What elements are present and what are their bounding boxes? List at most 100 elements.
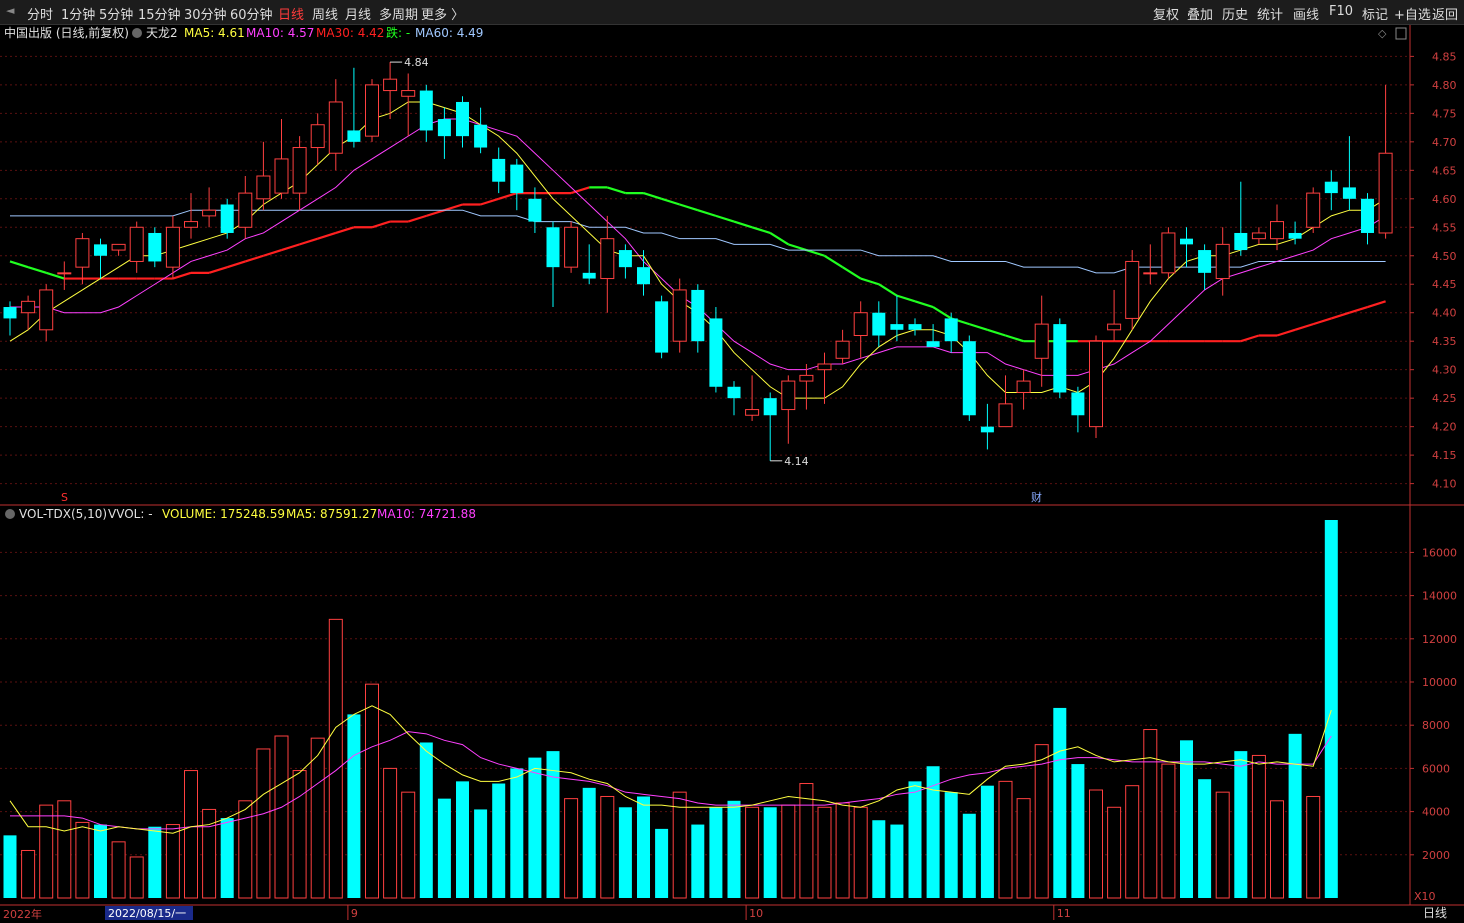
- candle-body-down: [1198, 250, 1212, 273]
- volume-bar-up: [310, 737, 325, 899]
- volume-bar-up: [129, 856, 144, 899]
- candle-body-down: [637, 267, 650, 285]
- candle-body-down: [3, 307, 17, 319]
- volume-bar-up: [1034, 744, 1049, 899]
- candle-body-down: [763, 398, 777, 416]
- candle-body-down: [94, 244, 107, 256]
- ma30-segment: [842, 266, 862, 280]
- volume-tick-label: 4000: [1422, 806, 1450, 819]
- volume-bar-down: [618, 807, 632, 898]
- volume-bar-down: [347, 714, 361, 898]
- candle-body-down: [1180, 238, 1193, 245]
- year-label: 2022年: [3, 907, 42, 921]
- candle-body-up: [998, 403, 1013, 428]
- candle-body-down: [1361, 198, 1374, 233]
- candle-body-down: [1071, 392, 1085, 416]
- candle-body-up: [817, 363, 832, 371]
- ma30-segment: [317, 231, 337, 240]
- volume-bar-up: [998, 780, 1013, 899]
- price-legend-5: 跌: -: [386, 25, 410, 40]
- volume-tick-label: 2000: [1422, 849, 1450, 862]
- price-tick-label: 4.50: [1432, 250, 1457, 263]
- ma30-segment: [679, 203, 699, 212]
- candle-body-up: [274, 158, 289, 194]
- volume-bar-up: [365, 683, 379, 899]
- ma30-segment: [1312, 317, 1332, 326]
- volume-bar-down: [3, 835, 17, 898]
- month-label: 10: [749, 907, 763, 920]
- ma60-line: [10, 209, 1386, 274]
- volume-bar-down: [546, 751, 560, 898]
- candle-body-down: [419, 90, 433, 131]
- candle-body-up: [1378, 152, 1393, 234]
- volume-bar-up: [672, 791, 687, 899]
- volume-bar-up: [75, 821, 90, 899]
- ma30-segment: [226, 260, 246, 269]
- volume-bar-down: [980, 785, 994, 898]
- volume-bar-up: [238, 800, 253, 899]
- candle-body-up: [781, 380, 796, 411]
- price-legend-4: MA30: 4.42: [316, 26, 384, 40]
- candle-body-up: [835, 340, 850, 359]
- ma30-segment: [480, 197, 500, 206]
- candle-body-down: [980, 426, 994, 433]
- month-label: 9: [351, 907, 358, 920]
- ma30-segment: [1367, 300, 1386, 309]
- ma30-segment: [1349, 305, 1368, 314]
- ma30-segment: [733, 220, 753, 229]
- volume-bar-down: [582, 787, 596, 898]
- candle-body-up: [202, 209, 217, 217]
- volume-bar-down: [962, 813, 976, 898]
- volume-bar-down: [890, 824, 904, 898]
- candle-body-down: [709, 318, 723, 387]
- candle-body-down: [582, 272, 596, 279]
- candle-body-up: [111, 243, 126, 251]
- candle-body-down: [1342, 187, 1356, 199]
- price-legend-6: MA60: 4.49: [415, 26, 483, 40]
- ma5-line: [9, 101, 1386, 399]
- candle-body-up: [1161, 232, 1176, 274]
- volume-toggle-icon: [5, 509, 15, 519]
- candle-body-up: [184, 221, 198, 228]
- volume-bar-down: [727, 800, 741, 898]
- candle-body-up: [1089, 340, 1103, 428]
- candle-body-down: [347, 130, 361, 142]
- candle-body-up: [256, 175, 271, 200]
- chart-canvas[interactable]: 4.10 4.15 4.20 4.25 4.30 4.35 4.40 4.45 4.50 4.55…: [0, 0, 1464, 923]
- volume-legend-3: MA5: 87591.27: [286, 507, 377, 521]
- volume-bar-up: [799, 783, 814, 899]
- volume-bar-up: [274, 735, 289, 899]
- ma30-segment: [444, 203, 463, 212]
- volume-tick-label: 12000: [1422, 633, 1457, 646]
- ma30-segment: [1330, 311, 1350, 320]
- candle-body-down: [655, 301, 669, 353]
- price-tick-label: 4.65: [1432, 164, 1457, 177]
- volume-bar-up: [1161, 763, 1176, 899]
- candle-body-up: [1251, 232, 1266, 240]
- volume-tick-label: 6000: [1422, 762, 1450, 775]
- volume-tick-label: 10000: [1422, 676, 1457, 689]
- candle-body-down: [546, 227, 560, 268]
- candle-body-down: [1053, 324, 1067, 393]
- candle-body-up: [383, 78, 398, 92]
- ma30-segment: [208, 266, 228, 274]
- ma30-segment: [806, 249, 825, 257]
- date-label: 2022/08/15/一: [108, 907, 186, 920]
- volume-bar-down: [492, 783, 506, 898]
- volume-bar-up: [256, 748, 271, 899]
- candle-body-down: [890, 324, 904, 330]
- volume-bar-up: [292, 770, 307, 899]
- candle-body-up: [1107, 323, 1122, 331]
- candle-body-down: [510, 164, 524, 194]
- ma30-segment: [172, 271, 192, 280]
- period-label: 日线: [1423, 906, 1447, 920]
- price-tick-label: 4.15: [1432, 449, 1457, 462]
- ma30-segment: [823, 254, 844, 269]
- volume-bar-up: [111, 841, 126, 899]
- volume-legend-1: VVOL: -: [108, 507, 153, 521]
- volume-bar-down: [148, 826, 162, 898]
- price-tick-label: 4.75: [1432, 107, 1457, 120]
- price-legend-1: 天龙2: [146, 26, 178, 40]
- s-marker: S: [61, 491, 68, 504]
- volume-bar-down: [763, 807, 777, 898]
